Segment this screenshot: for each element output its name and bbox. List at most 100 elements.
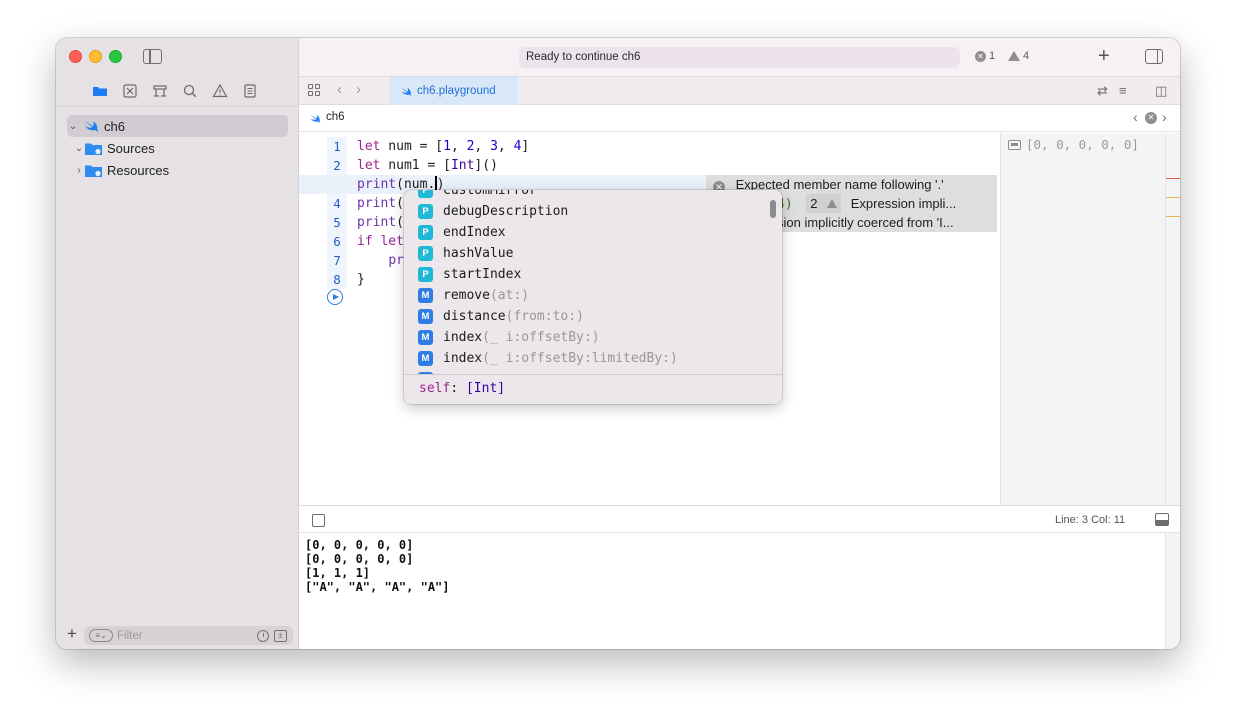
tree-item-resources[interactable]: › Resources [67, 159, 288, 181]
navigator-selector-bar [92, 83, 258, 99]
activity-status: Ready to continue ch6 [519, 47, 960, 68]
chevron-left-icon[interactable]: ‹ [1133, 109, 1138, 125]
warning-icon [827, 199, 838, 208]
jump-bar-item[interactable]: ch6 [326, 111, 345, 123]
completion-scrollbar[interactable] [770, 200, 776, 218]
completion-item[interactable]: P customMirror [418, 190, 537, 201]
warning-count[interactable]: 4 [1008, 50, 1029, 62]
line-number[interactable]: 6 [327, 232, 347, 251]
cursor-position: Line: 3 Col: 11 [1055, 514, 1126, 526]
result-value[interactable]: [0, 0, 0, 0, 0] [1008, 137, 1139, 152]
code-completion-popup[interactable]: P customMirror P debugDescription P endI… [404, 190, 782, 404]
issue-navigator-icon[interactable] [212, 83, 228, 99]
run-playground-button[interactable] [327, 289, 343, 305]
completion-item[interactable]: P debugDescription [418, 201, 568, 222]
console-line: [0, 0, 0, 0, 0] [305, 552, 414, 566]
inline-warning[interactable]: sion implicitly coerced from 'I... [777, 213, 997, 232]
method-badge-icon: M [418, 309, 433, 324]
error-icon: ✕ [975, 50, 986, 62]
code-line: let num = [1, 2, 3, 4] [357, 139, 530, 154]
code-line: let num1 = [Int]() [357, 158, 498, 173]
line-number[interactable]: 7 [327, 251, 347, 270]
filter-field: ≡⌄ ± [84, 626, 293, 645]
line-number[interactable]: 1 [327, 137, 347, 156]
console-scrollbar[interactable] [1165, 533, 1180, 649]
warning-icon [1008, 51, 1020, 61]
completion-list[interactable]: P customMirror P debugDescription P endI… [404, 190, 782, 374]
hide-debug-area-toggle[interactable] [312, 514, 325, 527]
swap-arrows-icon[interactable]: ⇄ [1097, 83, 1108, 99]
code-editor[interactable]: 1 2 3 4 5 6 7 8 let num = [1, 2, 3, 4] l… [299, 133, 1000, 505]
split-editor-icon[interactable]: ◫ [1155, 83, 1167, 99]
line-number[interactable]: 4 [327, 194, 347, 213]
source-control-icon[interactable] [122, 83, 138, 99]
symbol-navigator-icon[interactable] [152, 83, 168, 99]
tab-ch6-playground[interactable]: ch6.playground [390, 77, 518, 105]
zoom-window-button[interactable] [109, 50, 122, 63]
report-navigator-icon[interactable] [242, 83, 258, 99]
chevron-right-icon[interactable]: › [1162, 109, 1167, 125]
completion-item[interactable]: M index (_ i:offsetBy:limitedBy:) [418, 348, 678, 369]
property-badge-icon: P [418, 225, 433, 240]
completion-item[interactable]: M distance (from:to:) [418, 306, 584, 327]
debug-bar: Line: 3 Col: 11 [299, 505, 1180, 533]
error-count[interactable]: ✕ 1 [975, 50, 995, 62]
chevron-right-icon[interactable]: › [73, 165, 85, 176]
grid-icon[interactable] [308, 84, 321, 97]
console-output[interactable]: [0, 0, 0, 0, 0] [0, 0, 0, 0, 0] [1, 1, 1… [299, 533, 1165, 649]
line-number[interactable]: 2 [327, 156, 347, 175]
error-marker [1166, 178, 1180, 179]
chevron-down-icon[interactable]: ⌄ [73, 143, 85, 154]
property-badge-icon: P [418, 246, 433, 261]
completion-item[interactable]: M index (_ i:offsetBy:) [418, 327, 600, 348]
tree-item-label: Sources [107, 140, 155, 156]
completion-item[interactable]: P startIndex [418, 264, 521, 285]
chevron-left-icon[interactable]: ‹ [337, 81, 342, 98]
console-toggle-icon[interactable] [1155, 513, 1169, 526]
editor-options-icon[interactable]: ≡ [1119, 83, 1127, 98]
warning-marker [1166, 197, 1180, 198]
method-badge-icon: M [418, 351, 433, 366]
inline-warning[interactable]: 4) 2 Expression impli... [777, 194, 997, 213]
property-badge-icon: P [418, 267, 433, 282]
folder-icon [85, 143, 102, 155]
sidebar-divider [56, 106, 299, 107]
results-scrollbar[interactable] [1165, 133, 1180, 505]
chevron-right-icon[interactable]: › [356, 81, 361, 98]
folder-navigator-icon[interactable] [92, 83, 108, 99]
search-icon[interactable] [182, 83, 198, 99]
completion-item[interactable]: P endIndex [418, 222, 506, 243]
recent-files-icon[interactable] [257, 630, 269, 642]
line-number[interactable]: 8 [327, 270, 347, 289]
add-file-button[interactable]: + [67, 625, 77, 643]
tab-bar: ‹ › ch6.playground ⇄ ≡ ◫ [299, 76, 1180, 105]
console-line: ["A", "A", "A", "A"] [305, 580, 450, 594]
console-line: [0, 0, 0, 0, 0] [305, 538, 414, 552]
issue-close-icon[interactable]: ✕ [1145, 112, 1157, 124]
tree-item-ch6[interactable]: ⌄ ch6 [67, 115, 288, 137]
inspector-toggle-icon[interactable] [1145, 49, 1163, 64]
project-tree: ⌄ ch6 ⌄ Sources › Resources [67, 115, 288, 181]
close-window-button[interactable] [69, 50, 82, 63]
xcode-window: ⌄ ch6 ⌄ Sources › Resources + ≡⌄ ± [56, 38, 1180, 649]
swift-icon [85, 121, 98, 132]
line-number-gutter: 1 2 3 4 5 6 7 8 [327, 137, 347, 289]
swift-icon [310, 114, 321, 123]
window-toolbar: Ready to continue ch6 ✕ 1 4 + [299, 38, 1180, 76]
filter-options-icon[interactable]: ≡⌄ [89, 629, 113, 642]
sidebar-toggle-icon[interactable] [143, 49, 162, 64]
line-number[interactable]: 5 [327, 213, 347, 232]
swift-icon [401, 87, 412, 96]
chevron-down-icon[interactable]: ⌄ [67, 121, 79, 132]
minimize-window-button[interactable] [89, 50, 102, 63]
tree-item-sources[interactable]: ⌄ Sources [67, 137, 288, 159]
completion-signature: self: [Int] [404, 374, 782, 404]
library-add-button[interactable]: + [1098, 44, 1110, 68]
scope-filter-icon[interactable]: ± [274, 630, 287, 642]
completion-item[interactable]: P hashValue [418, 243, 513, 264]
quick-look-icon[interactable] [1008, 139, 1021, 150]
completion-item[interactable]: M remove (at:) [418, 285, 529, 306]
property-badge-icon: P [418, 204, 433, 219]
filter-input[interactable] [117, 628, 247, 643]
method-badge-icon: M [418, 330, 433, 345]
